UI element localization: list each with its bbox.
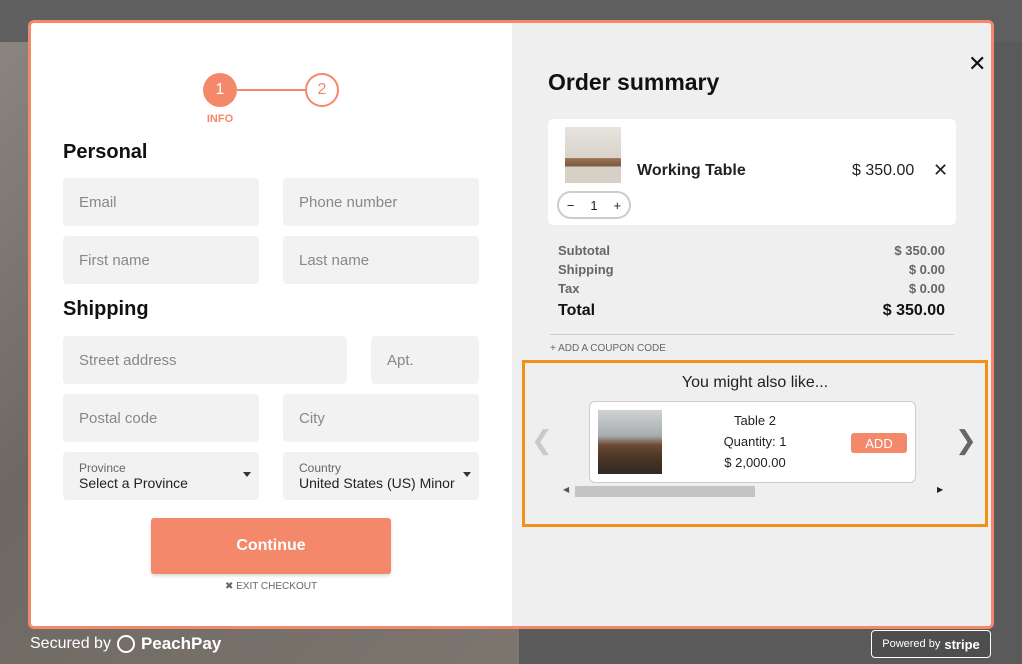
add-coupon-link[interactable]: + ADD A COUPON CODE <box>550 343 666 354</box>
shipping-row: Shipping $ 0.00 <box>558 262 945 277</box>
order-summary-panel: Order summary ✕ Working Table $ 350.00 ✕… <box>512 23 991 626</box>
upsell-product-image <box>598 410 662 474</box>
province-caret-icon <box>243 472 251 477</box>
checkout-form-panel: 1 2 INFO Personal Email Phone number Fir… <box>31 23 512 626</box>
scroll-left-icon[interactable]: ◀ <box>563 485 569 494</box>
powered-by-label: Powered by <box>882 638 941 650</box>
cart-item: Working Table $ 350.00 ✕ − 1 + <box>548 119 956 225</box>
shipping-section-title: Shipping <box>63 298 149 320</box>
minus-icon[interactable]: − <box>567 198 575 213</box>
last-name-field[interactable]: Last name <box>283 236 479 284</box>
country-caret-icon <box>463 472 471 477</box>
add-upsell-button[interactable]: ADD <box>851 433 907 453</box>
upsell-scrollbar[interactable]: ◀ ▶ <box>561 485 943 497</box>
subtotal-label: Subtotal <box>558 243 610 258</box>
stripe-logo: stripe <box>944 636 980 652</box>
step-2-indicator[interactable]: 2 <box>305 73 339 107</box>
first-name-field[interactable]: First name <box>63 236 259 284</box>
quantity-value: 1 <box>590 197 598 213</box>
personal-section-title: Personal <box>63 141 148 163</box>
apt-field[interactable]: Apt. <box>371 336 479 384</box>
tax-label: Tax <box>558 281 580 296</box>
exit-checkout-link[interactable]: ✖ EXIT CHECKOUT <box>191 581 351 592</box>
upsell-product-price: $ 2,000.00 <box>724 455 786 470</box>
email-field[interactable]: Email <box>63 178 259 226</box>
province-select[interactable]: Province Select a Province <box>63 452 259 500</box>
chevron-left-icon[interactable]: ❮ <box>531 425 553 456</box>
remove-item-icon[interactable]: ✕ <box>933 160 948 181</box>
plus-icon[interactable]: + <box>613 198 621 213</box>
chevron-right-icon[interactable]: ❯ <box>955 425 977 456</box>
country-select[interactable]: Country United States (US) Minor Outlyin… <box>283 452 479 500</box>
phone-field[interactable]: Phone number <box>283 178 479 226</box>
continue-button[interactable]: Continue <box>151 518 391 574</box>
total-row: Total $ 350.00 <box>558 302 945 320</box>
quantity-stepper: − 1 + <box>557 191 631 219</box>
peachpay-logo-icon <box>116 635 135 653</box>
upsell-product-quantity: Quantity: 1 <box>723 434 787 449</box>
product-price: $ 350.00 <box>852 162 915 179</box>
country-value: United States (US) Minor Outlying Island… <box>299 475 455 491</box>
tax-row: Tax $ 0.00 <box>558 281 945 296</box>
upsell-product-name: Table 2 <box>734 413 776 428</box>
subtotal-row: Subtotal $ 350.00 <box>558 243 945 258</box>
peachpay-brand: PeachPay <box>140 634 222 653</box>
subtotal-value: $ 350.00 <box>894 243 945 258</box>
powered-by-stripe-badge[interactable]: Powered by stripe <box>871 630 991 658</box>
tax-value: $ 0.00 <box>908 281 945 296</box>
country-label: Country <box>299 461 342 475</box>
upsell-product-card: Table 2 Quantity: 1 $ 2,000.00 ADD <box>589 401 916 483</box>
scroll-right-icon[interactable]: ▶ <box>937 485 943 494</box>
total-value: $ 350.00 <box>882 302 945 319</box>
exit-checkout-label: EXIT CHECKOUT <box>236 581 318 592</box>
province-value: Select a Province <box>79 475 188 491</box>
close-small-icon: ✖ <box>224 581 237 592</box>
product-name: Working Table <box>637 162 746 179</box>
upsell-title: You might also like... <box>681 374 829 391</box>
city-field[interactable]: City <box>283 394 479 442</box>
close-icon[interactable]: ✕ <box>968 51 986 77</box>
total-label: Total <box>558 302 596 319</box>
step-1-label: INFO <box>206 113 234 125</box>
step-1-indicator[interactable]: 1 <box>203 73 237 107</box>
province-label: Province <box>79 461 126 475</box>
upsell-section: You might also like... ❮ Table 2 Quantit… <box>522 360 988 527</box>
secured-by-label: Secured by <box>30 635 111 652</box>
postal-code-field[interactable]: Postal code <box>63 394 259 442</box>
checkout-modal: 1 2 INFO Personal Email Phone number Fir… <box>28 20 994 629</box>
street-address-field[interactable]: Street address <box>63 336 347 384</box>
step-connector <box>237 89 305 91</box>
secured-by-footer: Secured by PeachPay <box>30 634 221 654</box>
scrollbar-thumb[interactable] <box>575 486 755 497</box>
order-summary-title: Order summary <box>548 69 720 95</box>
shipping-label: Shipping <box>558 262 614 277</box>
shipping-value: $ 0.00 <box>908 262 945 277</box>
summary-divider <box>550 334 954 335</box>
product-thumbnail <box>565 127 621 183</box>
